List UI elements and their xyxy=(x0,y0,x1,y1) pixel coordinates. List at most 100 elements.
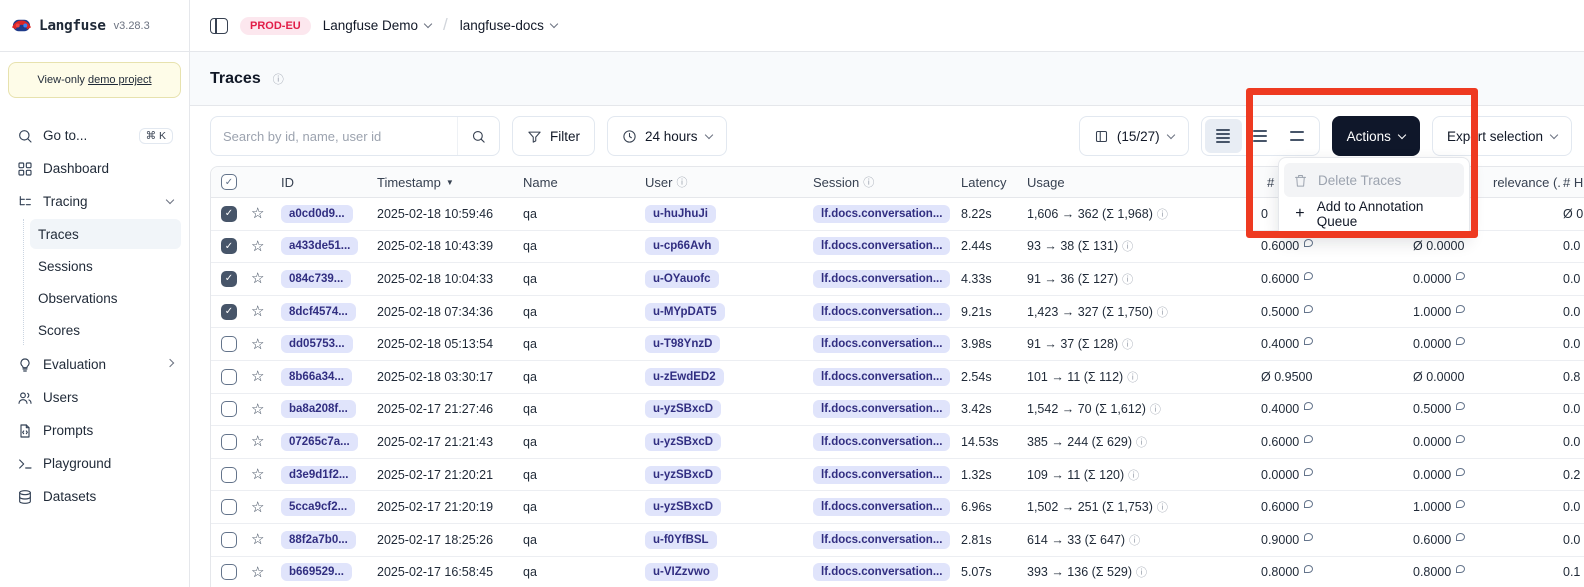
row-height-large-button[interactable] xyxy=(1279,119,1316,153)
sidebar-item-users[interactable]: Users xyxy=(8,382,181,413)
demo-project-link[interactable]: demo project xyxy=(88,74,152,86)
sidebar-item-tracing[interactable]: Tracing xyxy=(8,186,181,217)
session-chip[interactable]: lf.docs.conversation... xyxy=(813,368,950,386)
user-chip[interactable]: u-zEwdED2 xyxy=(645,368,724,386)
sidebar-item-scores[interactable]: Scores xyxy=(30,315,181,345)
star-icon[interactable]: ☆ xyxy=(251,467,264,482)
info-icon[interactable]: ⓘ xyxy=(1127,369,1138,385)
star-icon[interactable]: ☆ xyxy=(251,500,264,515)
session-chip[interactable]: lf.docs.conversation... xyxy=(813,237,950,255)
info-icon[interactable]: ⓘ xyxy=(1136,434,1147,450)
session-chip[interactable]: lf.docs.conversation... xyxy=(813,531,950,549)
column-header-id[interactable]: ID xyxy=(277,175,373,190)
row-checkbox[interactable] xyxy=(221,336,237,352)
star-icon[interactable]: ☆ xyxy=(251,369,264,384)
search-button[interactable] xyxy=(457,117,499,155)
row-height-medium-button[interactable] xyxy=(1242,119,1279,153)
info-icon[interactable]: ⓘ xyxy=(273,71,284,87)
sidebar-item-dashboard[interactable]: Dashboard xyxy=(8,153,181,184)
star-icon[interactable]: ☆ xyxy=(251,402,264,417)
row-checkbox[interactable] xyxy=(221,532,237,548)
user-chip[interactable]: u-VIZzvwo xyxy=(645,563,718,581)
user-chip[interactable]: u-OYauofc xyxy=(645,270,719,288)
row-height-small-button[interactable] xyxy=(1205,119,1242,153)
menu-item-delete-traces[interactable]: Delete Traces xyxy=(1284,163,1464,197)
session-chip[interactable]: lf.docs.conversation... xyxy=(813,466,950,484)
trace-id-chip[interactable]: 07265c7a... xyxy=(281,433,358,451)
column-header-timestamp[interactable]: Timestamp▼ xyxy=(373,175,519,190)
row-checkbox[interactable] xyxy=(221,467,237,483)
trace-id-chip[interactable]: b669529... xyxy=(281,563,352,581)
info-icon[interactable]: ⓘ xyxy=(1128,467,1139,483)
session-chip[interactable]: lf.docs.conversation... xyxy=(813,335,950,353)
column-header-relevance[interactable]: relevance (... xyxy=(1489,175,1561,190)
star-icon[interactable]: ☆ xyxy=(251,337,264,352)
column-header-session[interactable]: Sessionⓘ xyxy=(809,174,957,190)
session-chip[interactable]: lf.docs.conversation... xyxy=(813,433,950,451)
star-icon[interactable]: ☆ xyxy=(251,271,264,286)
sidebar-item-traces[interactable]: Traces xyxy=(30,219,181,249)
sidebar-item-evaluation[interactable]: Evaluation xyxy=(8,349,181,380)
session-chip[interactable]: lf.docs.conversation... xyxy=(813,498,950,516)
row-checkbox[interactable]: ✓ xyxy=(221,271,237,287)
sidebar-toggle-icon[interactable] xyxy=(210,18,228,34)
goto-button[interactable]: Go to... ⌘ K xyxy=(8,120,181,151)
org-switcher[interactable]: Langfuse Demo xyxy=(323,18,431,33)
trace-id-chip[interactable]: a433de51... xyxy=(281,237,358,255)
user-chip[interactable]: u-yzSBxcD xyxy=(645,466,721,484)
star-icon[interactable]: ☆ xyxy=(251,304,264,319)
info-icon[interactable]: ⓘ xyxy=(1122,336,1133,352)
trace-id-chip[interactable]: 084c739... xyxy=(281,270,351,288)
info-icon[interactable]: ⓘ xyxy=(1157,206,1168,222)
session-chip[interactable]: lf.docs.conversation... xyxy=(813,205,950,223)
info-icon[interactable]: ⓘ xyxy=(1136,564,1147,580)
trace-id-chip[interactable]: a0cd0d9... xyxy=(281,205,353,223)
column-header-user[interactable]: Userⓘ xyxy=(641,174,809,190)
trace-id-chip[interactable]: 88f2a7b0... xyxy=(281,531,356,549)
info-icon[interactable]: ⓘ xyxy=(863,174,874,190)
trace-id-chip[interactable]: 5cca9cf2... xyxy=(281,498,355,516)
trace-id-chip[interactable]: ba8a208f... xyxy=(281,400,356,418)
user-chip[interactable]: u-yzSBxcD xyxy=(645,433,721,451)
time-range-button[interactable]: 24 hours xyxy=(607,116,727,156)
filter-button[interactable]: Filter xyxy=(512,116,595,156)
row-checkbox[interactable]: ✓ xyxy=(221,304,237,320)
column-header-latency[interactable]: Latency xyxy=(957,175,1023,190)
session-chip[interactable]: lf.docs.conversation... xyxy=(813,303,950,321)
trace-id-chip[interactable]: 8b66a34... xyxy=(281,368,352,386)
trace-id-chip[interactable]: 8dcf4574... xyxy=(281,303,356,321)
row-checkbox[interactable]: ✓ xyxy=(221,238,237,254)
trace-id-chip[interactable]: d3e9d1f2... xyxy=(281,466,356,484)
info-icon[interactable]: ⓘ xyxy=(1157,499,1168,515)
info-icon[interactable]: ⓘ xyxy=(1157,304,1168,320)
column-header-name[interactable]: Name xyxy=(519,175,641,190)
session-chip[interactable]: lf.docs.conversation... xyxy=(813,400,950,418)
project-switcher[interactable]: langfuse-docs xyxy=(460,18,557,33)
column-visibility-button[interactable]: (15/27) xyxy=(1079,116,1189,156)
user-chip[interactable]: u-yzSBxcD xyxy=(645,498,721,516)
info-icon[interactable]: ⓘ xyxy=(1122,238,1133,254)
info-icon[interactable]: ⓘ xyxy=(676,174,687,190)
select-all-checkbox[interactable]: ✓ xyxy=(221,174,237,190)
row-checkbox[interactable] xyxy=(221,369,237,385)
row-checkbox[interactable] xyxy=(221,499,237,515)
star-icon[interactable]: ☆ xyxy=(251,532,264,547)
user-chip[interactable]: u-MYpDAT5 xyxy=(645,303,725,321)
sidebar-item-datasets[interactable]: Datasets xyxy=(8,481,181,512)
user-chip[interactable]: u-cp66Avh xyxy=(645,237,719,255)
column-header-last[interactable]: # H xyxy=(1561,175,1584,190)
trace-id-chip[interactable]: dd05753... xyxy=(281,335,353,353)
actions-button[interactable]: Actions xyxy=(1332,116,1420,156)
star-icon[interactable]: ☆ xyxy=(251,239,264,254)
user-chip[interactable]: u-f0YfBSL xyxy=(645,531,717,549)
info-icon[interactable]: ⓘ xyxy=(1122,271,1133,287)
sidebar-item-prompts[interactable]: Prompts xyxy=(8,415,181,446)
row-checkbox[interactable] xyxy=(221,564,237,580)
column-header-usage[interactable]: Usage xyxy=(1023,175,1253,190)
star-icon[interactable]: ☆ xyxy=(251,206,264,221)
search-input[interactable] xyxy=(211,129,457,144)
row-checkbox[interactable] xyxy=(221,434,237,450)
menu-item-add-to-annotation-queue[interactable]: + Add to Annotation Queue xyxy=(1284,197,1464,231)
star-icon[interactable]: ☆ xyxy=(251,434,264,449)
sidebar-item-playground[interactable]: Playground xyxy=(8,448,181,479)
